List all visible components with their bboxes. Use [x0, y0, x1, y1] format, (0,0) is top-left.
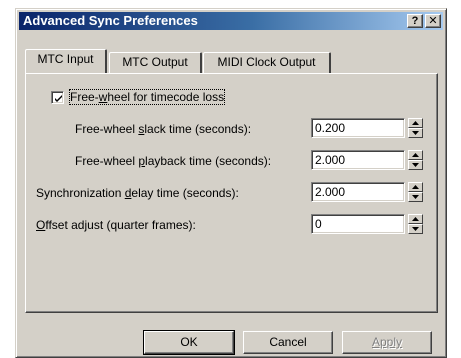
tab-mtc-output[interactable]: MTC Output [109, 52, 202, 73]
tab-mtc-input-label: MTC Input [37, 52, 94, 66]
ok-button-label: OK [180, 335, 198, 349]
tab-mtc-input[interactable]: MTC Input [25, 49, 107, 73]
tab-midi-clock-output[interactable]: MIDI Clock Output [203, 52, 331, 73]
cancel-button[interactable]: Cancel [243, 331, 333, 354]
apply-button: Apply [342, 331, 432, 354]
close-icon: ✕ [428, 15, 438, 27]
close-button[interactable]: ✕ [425, 14, 441, 28]
help-button[interactable]: ? [407, 14, 423, 28]
window-title: Advanced Sync Preferences [23, 13, 198, 28]
advanced-sync-preferences-dialog: Advanced Sync Preferences ? ✕ MTC Input … [15, 8, 447, 358]
tab-midi-clock-output-label: MIDI Clock Output [217, 55, 316, 69]
apply-button-label: Apply [371, 335, 403, 349]
cancel-button-label: Cancel [269, 335, 307, 349]
tab-panel [25, 73, 438, 313]
tab-mtc-output-label: MTC Output [122, 55, 188, 69]
ok-button[interactable]: OK [143, 330, 235, 355]
title-bar[interactable]: Advanced Sync Preferences ? ✕ [19, 12, 443, 30]
help-icon: ? [411, 15, 419, 27]
